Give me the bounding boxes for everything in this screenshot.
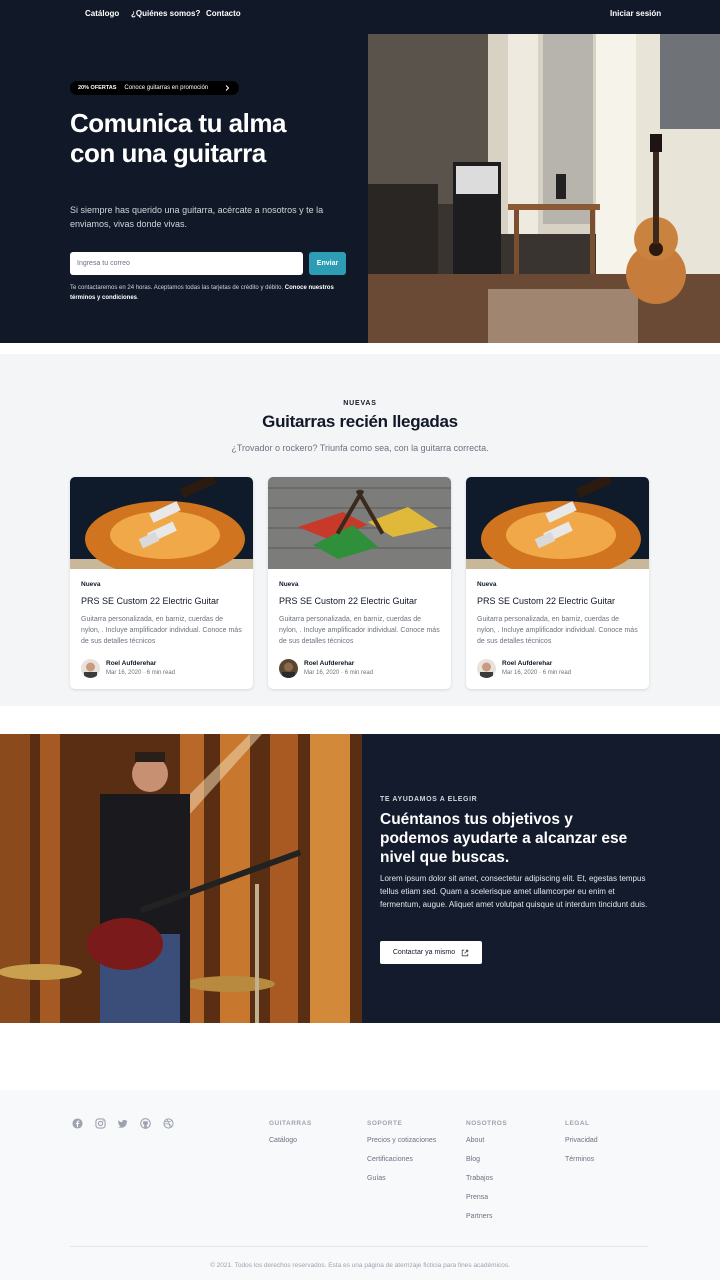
footer-link-catalogo[interactable]: Catálogo (269, 1137, 297, 1144)
footer-link-privacidad[interactable]: Privacidad (565, 1137, 598, 1144)
guitar-card[interactable]: Nueva PRS SE Custom 22 Electric Guitar G… (70, 477, 253, 689)
contact-now-button[interactable]: Contactar ya mismo (380, 941, 482, 964)
post-meta: Mar 16, 2020 · 6 min read (502, 670, 572, 676)
send-button[interactable]: Enviar (309, 252, 346, 275)
footer-link-terminos[interactable]: Términos (565, 1156, 594, 1163)
guitarist-image (0, 734, 362, 1023)
contact-now-label: Contactar ya mismo (392, 949, 456, 956)
card-description: Guitarra personalizada, en barniz, cuerd… (81, 616, 242, 645)
footer-link-about[interactable]: About (466, 1137, 484, 1144)
copyright-text: © 2021. Todos los derechos reservados. E… (210, 1262, 510, 1269)
footer-divider (70, 1246, 648, 1247)
help-section: TE AYUDAMOS A ELEGIR Cuéntanos tus objet… (0, 734, 720, 1023)
footer-link-precios[interactable]: Precios y cotizaciones (367, 1137, 436, 1144)
footer-heading-guitarras: GUITARRAS (269, 1120, 312, 1127)
footer-link-partners[interactable]: Partners (466, 1213, 492, 1220)
footer-heading-nosotros: NOSOTROS (466, 1120, 508, 1127)
card-title[interactable]: PRS SE Custom 22 Electric Guitar (81, 596, 219, 606)
nav-link-catalogo[interactable]: Catálogo (85, 9, 119, 18)
dribbble-icon[interactable] (163, 1118, 174, 1129)
arrivals-subtitle: ¿Trovador o rockero? Triunfa como sea, c… (231, 443, 489, 453)
card-tag: Nueva (279, 581, 299, 588)
footer-link-blog[interactable]: Blog (466, 1156, 480, 1163)
help-title-line-2: podemos ayudarte a alcanzar ese (380, 830, 628, 847)
guitar-image (466, 477, 649, 569)
new-arrivals-section: NUEVAS Guitarras recién llegadas ¿Trovad… (0, 354, 720, 706)
author-name: Roel Aufderehar (502, 660, 553, 667)
twitter-icon[interactable] (117, 1118, 128, 1129)
footer-link-prensa[interactable]: Prensa (466, 1194, 488, 1201)
guitar-card[interactable]: Nueva PRS SE Custom 22 Electric Guitar G… (466, 477, 649, 689)
hero-title-line-2: con una guitarra (70, 138, 266, 168)
author-avatar (279, 659, 298, 678)
chevron-right-icon (225, 85, 230, 91)
author-avatar (81, 659, 100, 678)
instagram-icon[interactable] (95, 1118, 106, 1129)
disclaimer-end: . (137, 295, 139, 301)
hero-disclaimer: Te contactaremos en 24 horas. Aceptamos … (70, 283, 350, 303)
author-avatar (477, 659, 496, 678)
hero-section: 20% OFERTAS Conoce guitarras en promoció… (0, 28, 720, 343)
footer-link-trabajos[interactable]: Trabajos (466, 1175, 493, 1182)
footer-link-certificaciones[interactable]: Certificaciones (367, 1156, 413, 1163)
card-tag: Nueva (477, 581, 497, 588)
author-name: Roel Aufderehar (304, 660, 355, 667)
email-input[interactable] (70, 252, 303, 275)
login-link[interactable]: Iniciar sesión (610, 9, 661, 18)
card-tag: Nueva (81, 581, 101, 588)
card-description: Guitarra personalizada, en barniz, cuerd… (477, 616, 638, 645)
help-title-line-3: nivel que buscas. (380, 849, 510, 866)
hero-subtitle: Si siempre has querido una guitarra, acé… (70, 205, 324, 229)
footer-heading-soporte: SOPORTE (367, 1120, 403, 1127)
offers-badge-text: Conoce guitarras en promoción (124, 85, 209, 91)
disclaimer-text: Te contactaremos en 24 horas. Aceptamos … (70, 285, 285, 291)
help-body: Lorem ipsum dolor sit amet, consectetur … (380, 874, 648, 909)
guitar-image (268, 477, 451, 569)
offers-badge[interactable]: 20% OFERTAS Conoce guitarras en promoció… (70, 81, 239, 95)
footer-link-guias[interactable]: Guías (367, 1175, 386, 1182)
arrivals-title: Guitarras recién llegadas (262, 412, 458, 431)
post-meta: Mar 16, 2020 · 6 min read (106, 670, 176, 676)
hero-title: Comunica tu alma con una guitarra (70, 108, 350, 168)
help-title: Cuéntanos tus objetivos y podemos ayudar… (380, 810, 680, 867)
guitar-image (70, 477, 253, 569)
github-icon[interactable] (140, 1118, 151, 1129)
author-name: Roel Aufderehar (106, 660, 157, 667)
hero-studio-image (368, 34, 720, 343)
card-title[interactable]: PRS SE Custom 22 Electric Guitar (279, 596, 417, 606)
offers-badge-label: 20% OFERTAS (78, 85, 117, 91)
facebook-icon[interactable] (72, 1118, 83, 1129)
help-eyebrow: TE AYUDAMOS A ELEGIR (380, 796, 478, 803)
footer-heading-legal: LEGAL (565, 1120, 590, 1127)
external-link-icon (461, 949, 469, 956)
card-description: Guitarra personalizada, en barniz, cuerd… (279, 616, 440, 645)
nav-link-contacto[interactable]: Contacto (206, 9, 241, 18)
help-title-line-1: Cuéntanos tus objetivos y (380, 811, 573, 828)
hero-title-line-1: Comunica tu alma (70, 108, 286, 138)
arrivals-eyebrow: NUEVAS (343, 400, 377, 407)
nav-link-quienes-somos[interactable]: ¿Quiénes somos? (131, 9, 200, 18)
card-title[interactable]: PRS SE Custom 22 Electric Guitar (477, 596, 615, 606)
post-meta: Mar 16, 2020 · 6 min read (304, 670, 374, 676)
top-nav: Catálogo ¿Quiénes somos? Contacto Inicia… (0, 0, 720, 28)
footer: GUITARRAS Catálogo SOPORTE Precios y cot… (0, 1090, 720, 1280)
guitar-card[interactable]: Nueva PRS SE Custom 22 Electric Guitar G… (268, 477, 451, 689)
